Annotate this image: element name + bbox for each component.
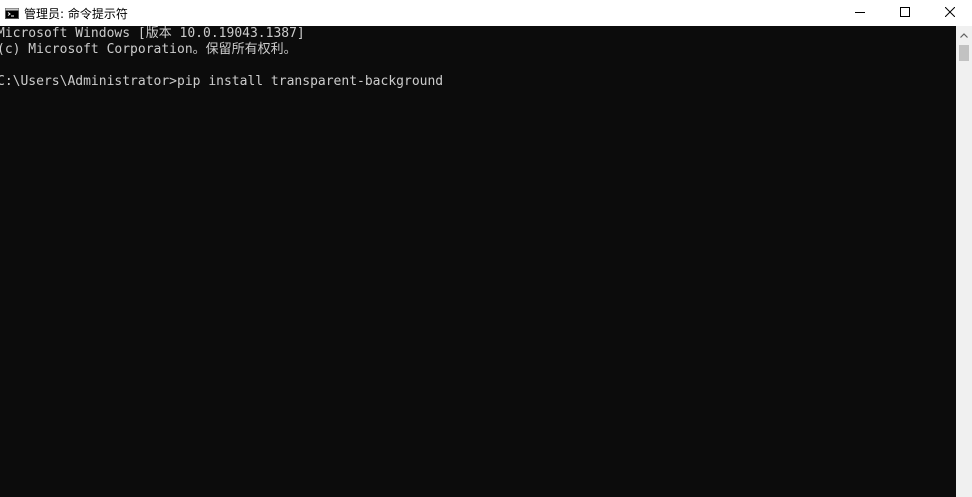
command-line: C:\Users\Administrator>pip install trans…	[0, 74, 444, 89]
chevron-up-icon	[960, 25, 968, 43]
vertical-scrollbar[interactable]	[956, 26, 972, 497]
close-button[interactable]	[927, 0, 972, 26]
scroll-thumb[interactable]	[959, 45, 969, 61]
maximize-button[interactable]	[882, 0, 927, 26]
window-title: 管理员: 命令提示符	[24, 6, 128, 21]
scroll-up-button[interactable]	[956, 26, 972, 42]
console-line: (c) Microsoft Corporation。保留所有权利。	[0, 42, 297, 57]
cmd-window: 管理员: 命令提示符 Microsoft Windows [版本 10.0.19…	[0, 0, 972, 497]
minimize-button[interactable]	[837, 0, 882, 26]
console-output[interactable]: Microsoft Windows [版本 10.0.19043.1387] (…	[0, 26, 956, 497]
close-icon	[944, 4, 955, 22]
title-bar[interactable]: 管理员: 命令提示符	[0, 0, 972, 26]
window-controls	[837, 0, 972, 26]
console-line: Microsoft Windows [版本 10.0.19043.1387]	[0, 26, 305, 41]
maximize-icon	[899, 4, 910, 22]
cmd-icon	[5, 7, 19, 19]
minimize-icon	[854, 4, 865, 22]
